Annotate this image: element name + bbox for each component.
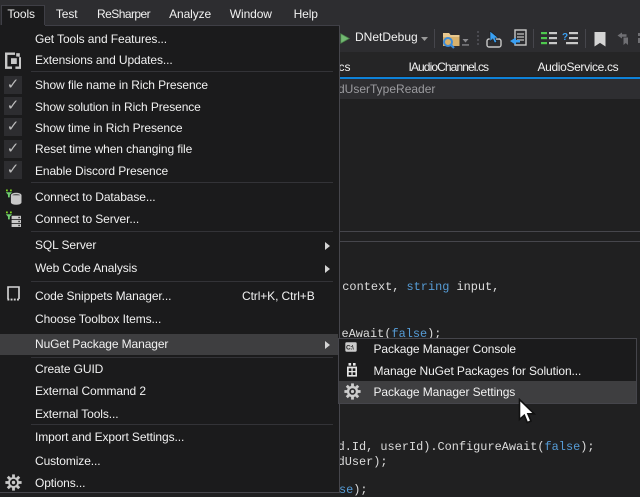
svg-text:?: ? [562,32,568,43]
svg-text:C:\: C:\ [346,344,354,351]
